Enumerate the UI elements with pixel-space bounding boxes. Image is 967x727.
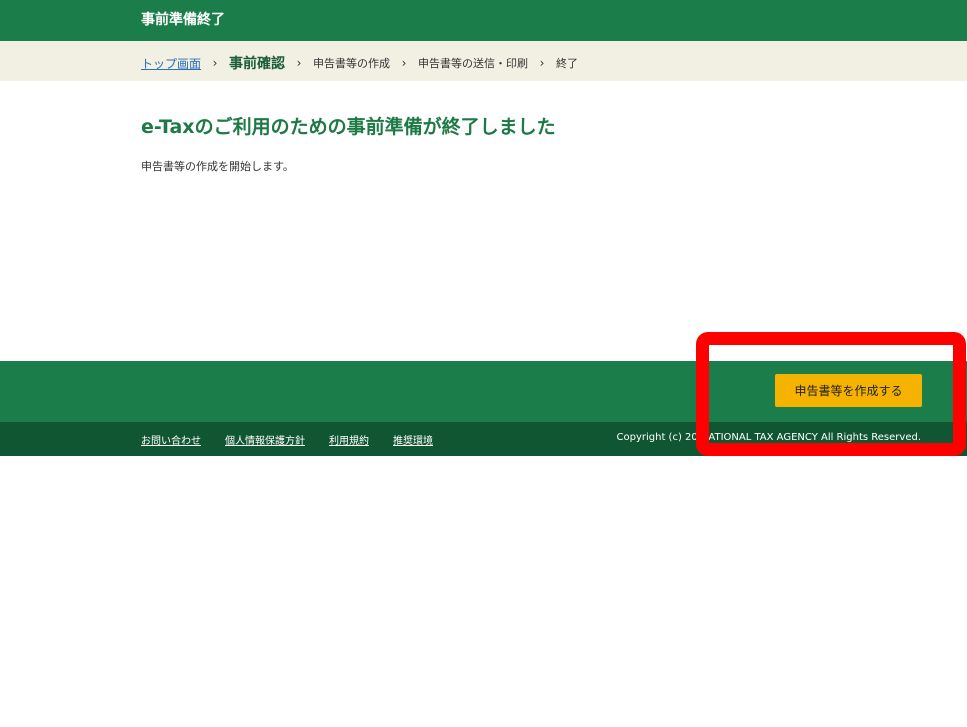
page-title: e-Taxのご利用のための事前準備が終了しました xyxy=(141,116,556,138)
footer-link-privacy[interactable]: 個人情報保護方針 xyxy=(225,432,305,447)
footer: お問い合わせ 個人情報保護方針 利用規約 推奨環境 Copyright (c) … xyxy=(0,422,967,456)
breadcrumb-top[interactable]: トップ画面 xyxy=(141,55,201,72)
breadcrumb-separator-icon: › xyxy=(401,56,407,70)
create-return-button[interactable]: 申告書等を作成する xyxy=(775,374,922,407)
breadcrumb-separator-icon: › xyxy=(539,56,545,70)
header-title: 事前準備終了 xyxy=(141,12,225,28)
header-bar: 事前準備終了 xyxy=(0,0,967,41)
breadcrumb-step-finish: 終了 xyxy=(556,57,579,70)
copyright-text: Copyright (c) 20 NATIONAL TAX AGENCY All… xyxy=(616,432,922,443)
action-bar: 申告書等を作成する xyxy=(0,361,967,422)
footer-link-environment[interactable]: 推奨環境 xyxy=(393,432,433,447)
breadcrumb-bar: トップ画面 › 事前確認 › 申告書等の作成 › 申告書等の送信・印刷 › 終了 xyxy=(0,41,967,81)
footer-links: お問い合わせ 個人情報保護方針 利用規約 推奨環境 xyxy=(141,432,457,447)
breadcrumb-separator-icon: › xyxy=(296,56,302,70)
breadcrumb-separator-icon: › xyxy=(212,56,218,70)
breadcrumb-step-send: 申告書等の送信・印刷 xyxy=(418,57,529,70)
page: 事前準備終了 トップ画面 › 事前確認 › 申告書等の作成 › 申告書等の送信・… xyxy=(0,0,967,727)
footer-link-terms[interactable]: 利用規約 xyxy=(329,432,369,447)
breadcrumb: トップ画面 › 事前確認 › 申告書等の作成 › 申告書等の送信・印刷 › 終了 xyxy=(141,53,578,73)
breadcrumb-current-step: 事前確認 xyxy=(229,56,286,72)
footer-link-contact[interactable]: お問い合わせ xyxy=(141,432,201,447)
page-description: 申告書等の作成を開始します。 xyxy=(141,160,294,173)
breadcrumb-step-create: 申告書等の作成 xyxy=(313,57,391,70)
